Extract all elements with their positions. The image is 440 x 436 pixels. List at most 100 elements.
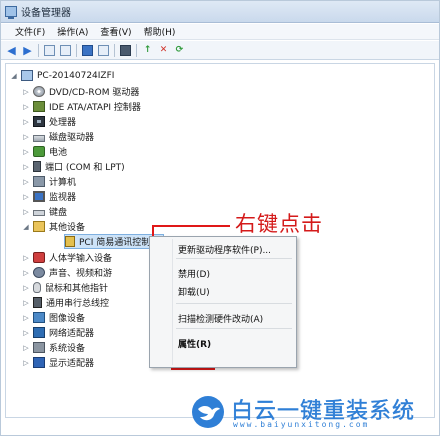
- toolbar-separator: [38, 43, 39, 57]
- tree-item-label: 图像设备: [49, 314, 86, 324]
- tree-item-label: 监视器: [49, 193, 77, 203]
- tree-item-label: 端口 (COM 和 LPT): [45, 163, 125, 173]
- menu-file[interactable]: 文件(F): [15, 25, 45, 38]
- expand-arrow-icon[interactable]: ▷: [22, 299, 30, 307]
- context-menu-gutter: [172, 239, 173, 365]
- tree-item-monitor[interactable]: ▷ 监视器: [22, 189, 76, 204]
- tree-item-ide[interactable]: ▷ IDE ATA/ATAPI 控制器: [22, 99, 141, 114]
- scan-icon[interactable]: ✕: [157, 44, 170, 57]
- tree-item-imaging[interactable]: ▷ 图像设备: [22, 310, 85, 325]
- tree-item-label: 磁盘驱动器: [49, 133, 95, 143]
- view-icon[interactable]: [97, 44, 110, 57]
- tree-item-mouse[interactable]: ▷ 鼠标和其他指针: [22, 280, 108, 295]
- tree-item-label: 网络适配器: [49, 329, 95, 339]
- title-bar[interactable]: 设备管理器: [1, 1, 439, 23]
- tree-item-label: 人体学输入设备: [49, 254, 113, 264]
- tree-item-label: 鼠标和其他指针: [45, 284, 109, 294]
- tree-item-label: 声音、视频和游: [49, 269, 113, 279]
- annotation-line-horizontal: [152, 225, 230, 227]
- expand-arrow-icon[interactable]: ▷: [22, 193, 30, 201]
- tree-item-network[interactable]: ▷ 网络适配器: [22, 325, 94, 340]
- expand-arrow-icon[interactable]: ▷: [22, 284, 30, 292]
- expand-arrow-icon[interactable]: ▷: [22, 88, 30, 96]
- tree-item-sound[interactable]: ▷ 声音、视频和游: [22, 265, 112, 280]
- tree-item-disk[interactable]: ▷ 磁盘驱动器: [22, 129, 94, 144]
- tree-item-label: IDE ATA/ATAPI 控制器: [49, 103, 141, 113]
- port-icon: [33, 161, 41, 172]
- context-menu: 更新驱动程序软件(P)... 禁用(D) 卸载(U) 扫描检测硬件改动(A) 属…: [149, 236, 297, 368]
- context-separator: [176, 258, 292, 259]
- grid-icon[interactable]: [59, 44, 72, 57]
- tree-item-processor[interactable]: ▷ 处理器: [22, 114, 76, 129]
- tree-item-ports[interactable]: ▷ 端口 (COM 和 LPT): [22, 159, 125, 174]
- context-separator: [176, 328, 292, 329]
- menu-action[interactable]: 操作(A): [57, 25, 88, 38]
- expand-arrow-icon[interactable]: ▷: [22, 133, 30, 141]
- uninstall-icon[interactable]: ⟳: [173, 44, 186, 57]
- context-uninstall[interactable]: 卸载(U): [178, 285, 210, 298]
- tree-item-label: 显示适配器: [49, 359, 95, 369]
- tree-item-label: DVD/CD-ROM 驱动器: [49, 88, 140, 98]
- mouse-icon: [33, 282, 41, 293]
- battery-icon: [33, 146, 45, 157]
- expand-arrow-icon[interactable]: ▷: [22, 329, 30, 337]
- collapse-arrow-icon[interactable]: ◢: [10, 72, 18, 80]
- tree-item-system[interactable]: ▷ 系统设备: [22, 340, 85, 355]
- monitor-icon[interactable]: [119, 44, 132, 57]
- tree-item-label: 电池: [49, 148, 68, 158]
- warning-device-icon: [65, 236, 75, 247]
- back-arrow-icon[interactable]: ◀: [5, 44, 18, 57]
- expand-arrow-icon[interactable]: ▷: [22, 314, 30, 322]
- tree-item-label: 计算机: [49, 178, 77, 188]
- computer-icon: [21, 70, 33, 81]
- expand-arrow-icon[interactable]: ▷: [22, 254, 30, 262]
- system-device-icon: [33, 342, 45, 353]
- context-properties[interactable]: 属性(R): [178, 337, 211, 350]
- context-disable[interactable]: 禁用(D): [178, 267, 210, 280]
- tree-root[interactable]: ◢ PC-20140724IZFI: [10, 68, 114, 83]
- context-update-driver[interactable]: 更新驱动程序软件(P)...: [178, 243, 271, 256]
- processor-icon: [33, 116, 45, 127]
- expand-arrow-icon[interactable]: ▷: [22, 178, 30, 186]
- toolbar-separator: [136, 43, 137, 57]
- expand-arrow-icon[interactable]: ▷: [22, 118, 30, 126]
- expand-arrow-icon[interactable]: ▷: [22, 103, 30, 111]
- menu-view[interactable]: 查看(V): [100, 25, 131, 38]
- tree-item-label: 其他设备: [49, 223, 86, 233]
- tree-item-other-devices[interactable]: ◢ 其他设备: [22, 219, 85, 234]
- device-manager-icon: [5, 6, 17, 19]
- tree-item-usb[interactable]: ▷ 通用串行总线控: [22, 295, 109, 310]
- collapse-arrow-icon[interactable]: ◢: [22, 223, 30, 231]
- context-separator: [176, 303, 292, 304]
- tree-root-label: PC-20140724IZFI: [37, 70, 115, 81]
- tree-item-dvd[interactable]: ▷ DVD/CD-ROM 驱动器: [22, 84, 139, 99]
- properties-icon[interactable]: [43, 44, 56, 57]
- toolbar-separator: [114, 43, 115, 57]
- menu-help[interactable]: 帮助(H): [144, 25, 176, 38]
- tree-item-computer[interactable]: ▷ 计算机: [22, 174, 76, 189]
- display-adapter-icon: [33, 357, 45, 368]
- window-title: 设备管理器: [21, 8, 71, 19]
- tree-item-display[interactable]: ▷ 显示适配器: [22, 355, 94, 370]
- help-icon[interactable]: [81, 44, 94, 57]
- expand-arrow-icon[interactable]: ▷: [22, 269, 30, 277]
- forward-arrow-icon[interactable]: ▶: [21, 44, 34, 57]
- expand-arrow-icon[interactable]: ▷: [22, 163, 30, 171]
- tree-item-battery[interactable]: ▷ 电池: [22, 144, 67, 159]
- computer-node-icon: [33, 176, 45, 187]
- tree-item-label: PCI 简易通讯控制器: [79, 238, 160, 248]
- toolbar-separator: [76, 43, 77, 57]
- tree-item-label: 键盘: [49, 208, 68, 218]
- expand-arrow-icon[interactable]: ▷: [22, 148, 30, 156]
- ide-controller-icon: [33, 101, 45, 112]
- context-scan-hardware[interactable]: 扫描检测硬件改动(A): [178, 312, 263, 325]
- expand-arrow-icon[interactable]: ▷: [22, 208, 30, 216]
- network-adapter-icon: [33, 327, 45, 338]
- update-driver-icon[interactable]: ↑: [141, 44, 154, 57]
- expand-arrow-icon[interactable]: ▷: [22, 359, 30, 367]
- tree-item-keyboard[interactable]: ▷ 键盘: [22, 204, 67, 219]
- tree-item-hid[interactable]: ▷ 人体学输入设备: [22, 250, 112, 265]
- bird-logo-icon: [192, 396, 224, 428]
- expand-arrow-icon[interactable]: ▷: [22, 344, 30, 352]
- keyboard-icon: [33, 210, 45, 216]
